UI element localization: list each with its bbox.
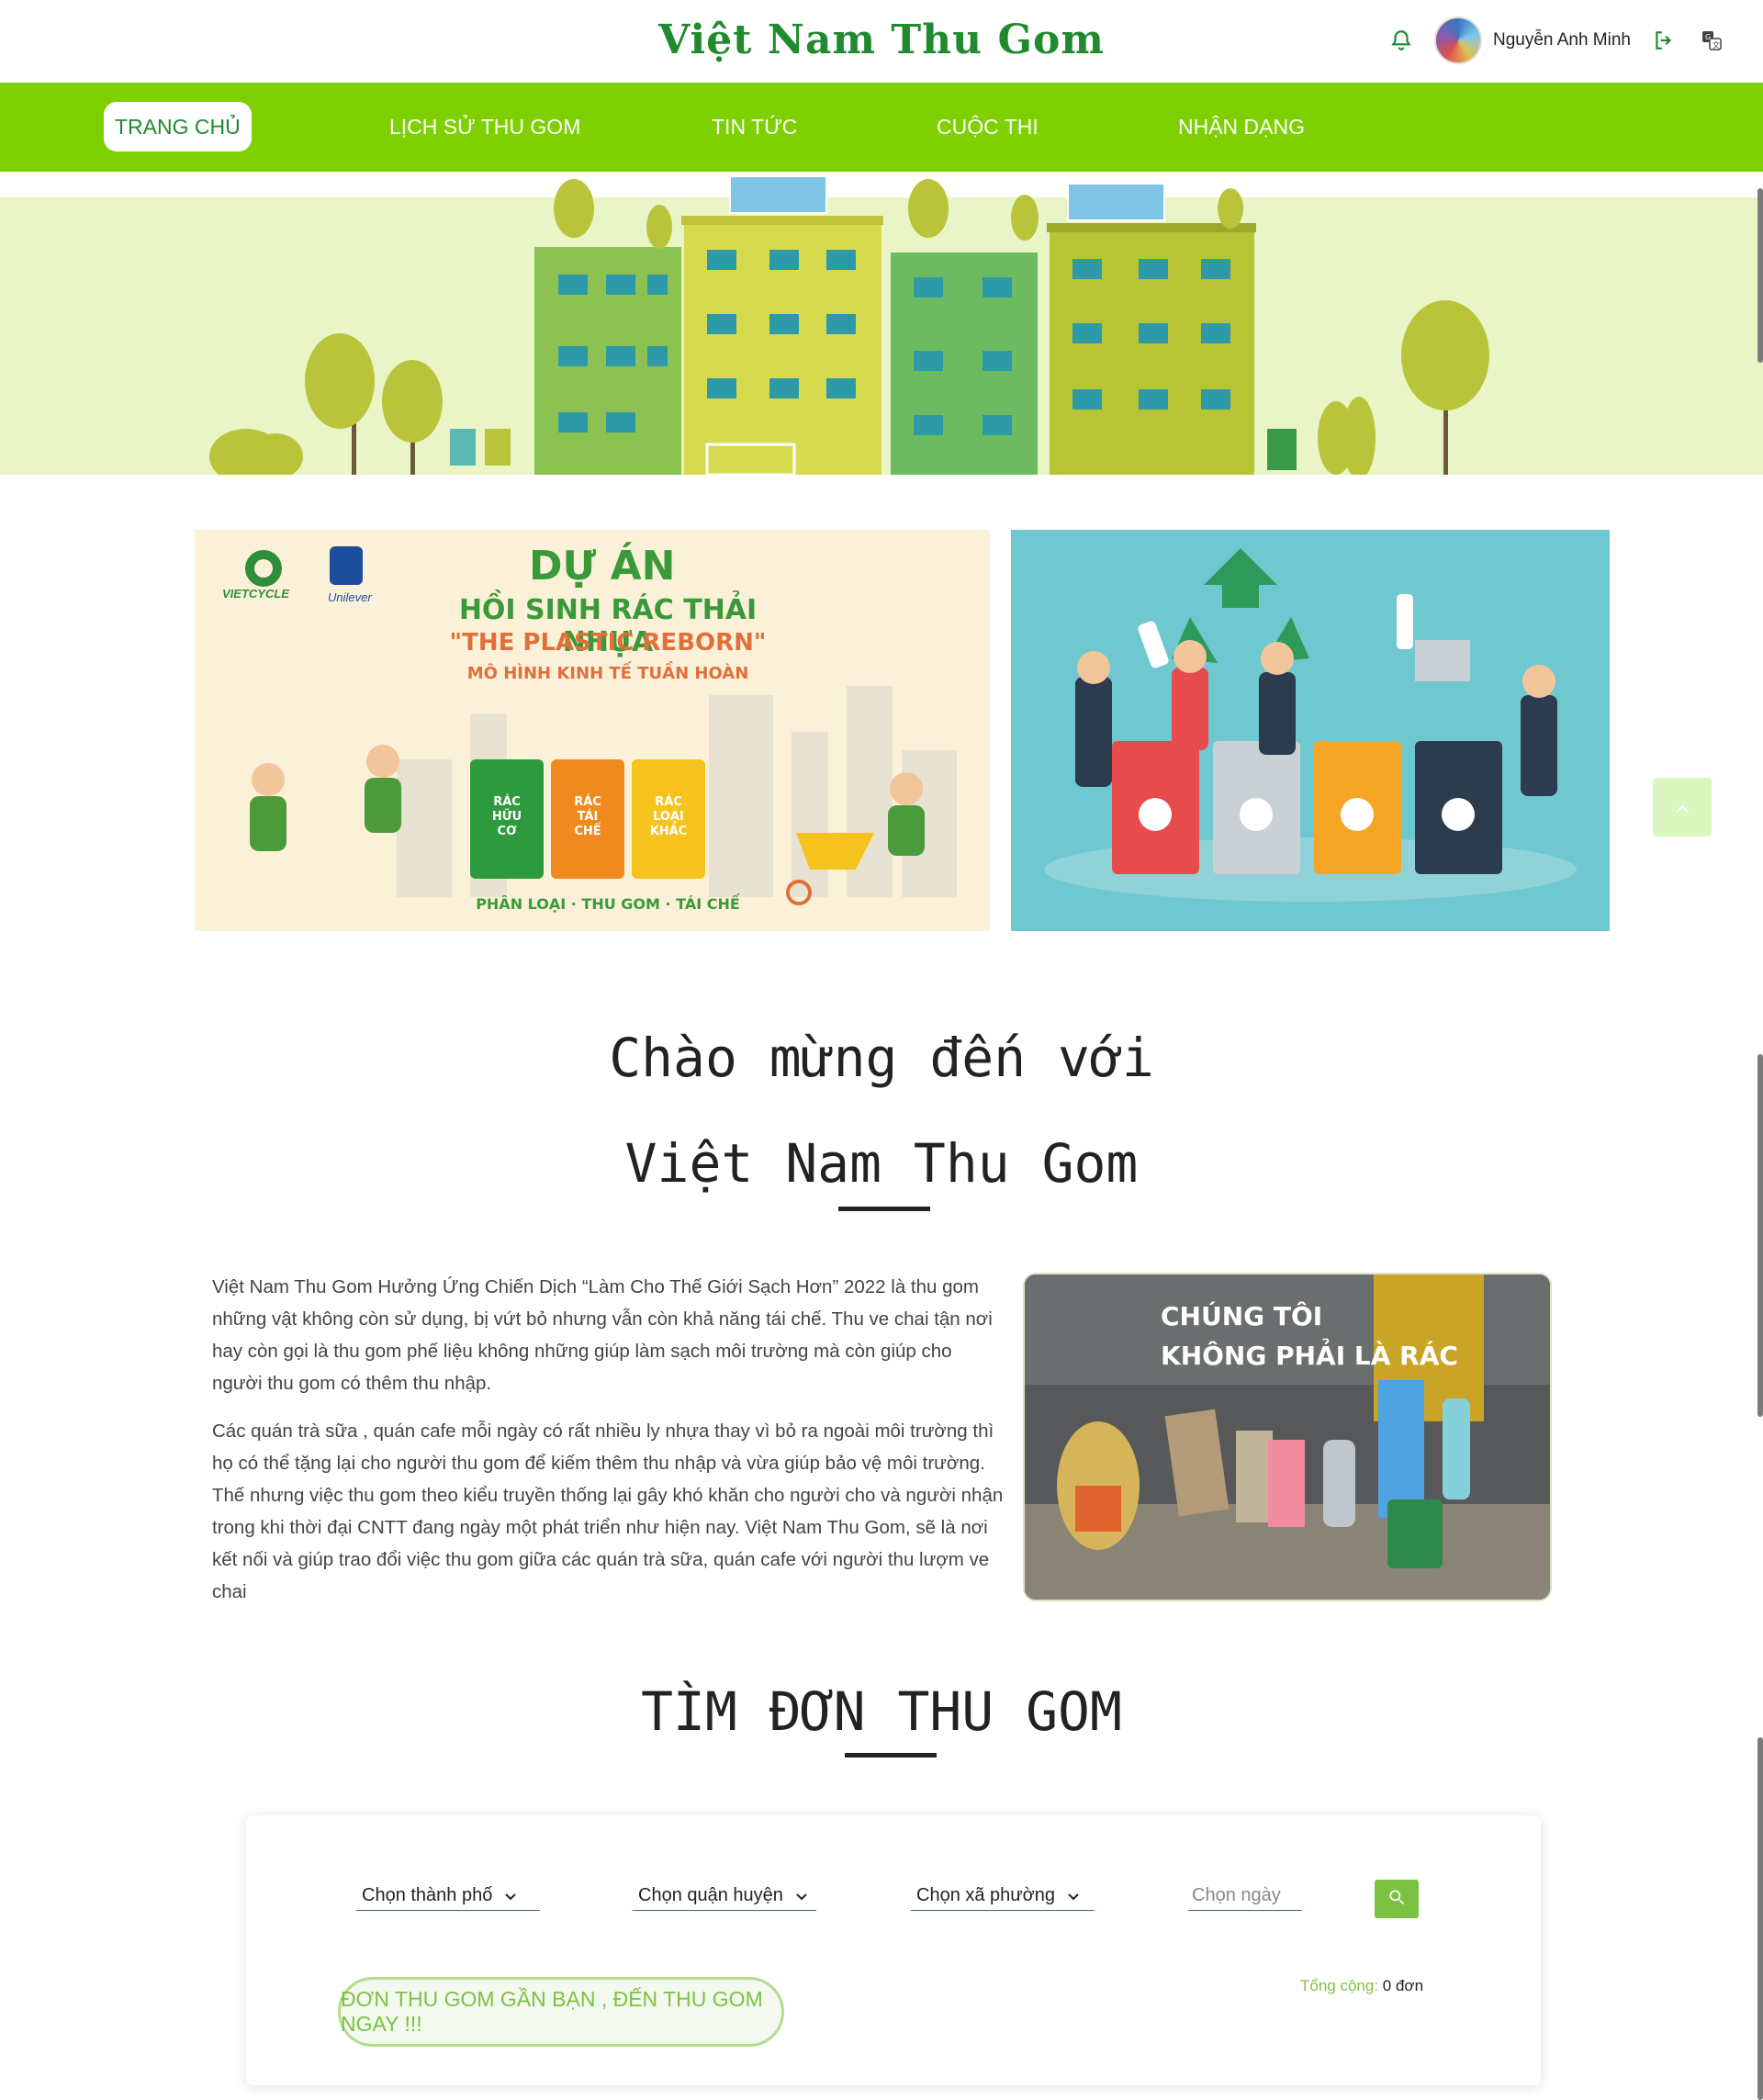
nav-item-history[interactable]: LỊCH SỬ THU GOM [378, 102, 591, 152]
about-text: Việt Nam Thu Gom Hưởng Ứng Chiến Dịch “L… [212, 1271, 1004, 1623]
scroll-to-top-button[interactable] [1653, 778, 1712, 837]
user-name[interactable]: Nguyễn Anh Minh [1493, 30, 1631, 51]
avatar[interactable] [1434, 17, 1482, 64]
welcome-heading: Chào mừng đến với [609, 1027, 1154, 1089]
image-caption-line2: KHÔNG PHẢI LÀ RÁC [1161, 1337, 1458, 1371]
total-value: 0 đơn [1382, 1977, 1424, 1994]
vietcycle-logo: VIETCYCLE [222, 587, 289, 601]
ward-select-label: Chọn xã phường [916, 1885, 1056, 1905]
svg-text:RÁC: RÁC [655, 794, 682, 809]
svg-text:LOẠI: LOẠI [653, 810, 684, 824]
svg-text:RÁC: RÁC [574, 794, 601, 809]
translate-icon[interactable]: G文 [1697, 26, 1726, 55]
ward-select[interactable]: Chọn xã phường [911, 1881, 1095, 1911]
about-image: CHÚNG TÔI KHÔNG PHẢI LÀ RÁC [1023, 1273, 1552, 1601]
banner-recycling-people[interactable] [1011, 530, 1610, 931]
banner-title: DỰ ÁN [529, 543, 676, 590]
recycling-illustration [1044, 548, 1577, 902]
svg-text:KHÁC: KHÁC [650, 824, 688, 838]
banner-model: MÔ HÌNH KINH TẾ TUẦN HOÀN [466, 664, 749, 683]
banner-tagline: "THE PLASTIC REBORN" [449, 629, 767, 657]
hero-illustration [209, 175, 1489, 475]
header-actions: Nguyễn Anh Minh G文 [1387, 17, 1726, 64]
svg-text:文: 文 [1712, 40, 1720, 50]
bell-icon[interactable] [1387, 26, 1416, 55]
logout-icon[interactable] [1649, 26, 1679, 55]
arrow-up-icon [1676, 798, 1689, 817]
nav-item-recognition[interactable]: NHẬN DẠNG [1167, 102, 1316, 152]
svg-text:HỮU: HỮU [492, 809, 522, 824]
image-caption-line1: CHÚNG TÔI [1161, 1300, 1322, 1331]
scrollbar-thumb[interactable] [1757, 188, 1763, 363]
total-label: Tổng cộng: [1300, 1977, 1379, 1994]
chevron-down-icon [1068, 1885, 1079, 1906]
district-select-label: Chọn quận huyện [638, 1885, 783, 1905]
search-button[interactable] [1375, 1880, 1419, 1918]
svg-text:CƠ: CƠ [498, 825, 518, 838]
banner-footer: PHÂN LOẠI · THU GOM · TÁI CHẾ [476, 895, 740, 913]
scrollbar-thumb[interactable] [1757, 1054, 1763, 1417]
chevron-down-icon [796, 1885, 807, 1906]
recyclables-characters-image: CHÚNG TÔI KHÔNG PHẢI LÀ RÁC [1025, 1275, 1550, 1600]
city-select-label: Chọn thành phố [362, 1885, 493, 1905]
district-select[interactable]: Chọn quận huyện [633, 1881, 816, 1911]
search-icon [1387, 1888, 1406, 1911]
nav-item-home[interactable]: TRANG CHỦ [104, 102, 252, 152]
banner-plastic-reborn[interactable]: RÁC HỮU CƠ RÁC TÁI CHẾ RÁC LOẠI KHÁC VIE… [195, 530, 990, 931]
svg-text:TÁI: TÁI [578, 809, 599, 824]
nearby-orders-button[interactable]: ĐƠN THU GOM GẦN BẠN , ĐẾN THU GOM NGAY !… [338, 1977, 784, 2047]
nav-item-contest[interactable]: CUỘC THI [926, 102, 1050, 152]
chevron-down-icon [505, 1885, 517, 1906]
svg-text:RÁC: RÁC [493, 794, 521, 809]
unilever-logo: Unilever [328, 590, 372, 604]
scrollbar-thumb[interactable] [1757, 1737, 1763, 2100]
hero-carousel[interactable] [0, 172, 1763, 475]
svg-text:CHẾ: CHẾ [574, 823, 601, 838]
total-count: Tổng cộng: 0 đơn [1300, 1977, 1423, 1995]
main-nav: TRANG CHỦ LỊCH SỬ THU GOM TIN TỨC CUỘC T… [0, 83, 1763, 172]
nav-item-news[interactable]: TIN TỨC [701, 102, 808, 152]
date-input[interactable]: Chọn ngày [1188, 1881, 1302, 1911]
banner-illustration: RÁC HỮU CƠ RÁC TÁI CHẾ RÁC LOẠI KHÁC [245, 546, 957, 905]
user-menu[interactable]: Nguyễn Anh Minh [1434, 17, 1631, 64]
svg-text:G: G [1705, 33, 1711, 41]
heading-underline [845, 1753, 937, 1757]
welcome-brand: Việt Nam Thu Gom [624, 1132, 1139, 1195]
about-paragraph-1: Việt Nam Thu Gom Hưởng Ứng Chiến Dịch “L… [212, 1276, 993, 1394]
heading-underline [838, 1207, 930, 1211]
search-section-title: TÌM ĐƠN THU GOM [641, 1680, 1122, 1743]
about-paragraph-2: Các quán trà sữa , quán cafe mỗi ngày có… [212, 1421, 1004, 1602]
city-select[interactable]: Chọn thành phố [356, 1881, 540, 1911]
site-header: Việt Nam Thu Gom Nguyễn Anh Minh G文 [0, 0, 1763, 83]
search-card: Chọn thành phố Chọn quận huyện Chọn xã p… [246, 1815, 1541, 2085]
